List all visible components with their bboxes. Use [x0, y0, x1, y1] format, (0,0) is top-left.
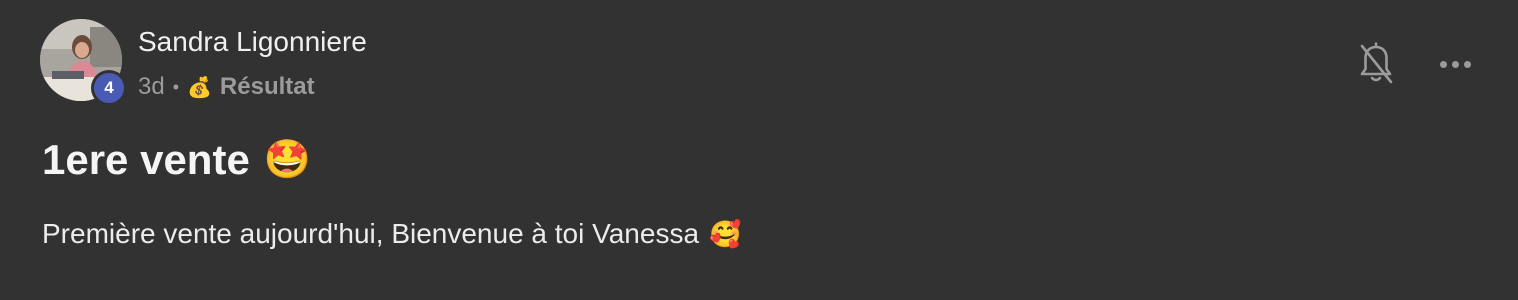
author-avatar-container[interactable]: 4	[40, 19, 127, 106]
smiling-face-with-hearts-emoji-icon: 🥰	[709, 218, 742, 249]
post-category[interactable]: Résultat	[220, 73, 315, 101]
post-body[interactable]: Première vente aujourd'hui, Bienvenue à …	[42, 218, 741, 250]
level-badge: 4	[91, 70, 127, 106]
post-age[interactable]: 3d	[138, 73, 165, 101]
money-bag-icon: 💰	[187, 76, 212, 99]
star-struck-emoji-icon: 🤩	[263, 139, 312, 181]
bell-off-icon[interactable]	[1357, 42, 1395, 86]
post-title-text: 1ere vente	[42, 136, 250, 183]
meta-separator: •	[172, 76, 180, 97]
more-dot	[1439, 60, 1447, 68]
more-dot	[1463, 60, 1471, 68]
post-title[interactable]: 1ere vente 🤩	[42, 136, 311, 184]
author-name[interactable]: Sandra Ligonniere	[138, 26, 367, 58]
more-options-button[interactable]	[1432, 50, 1478, 78]
more-dot	[1451, 60, 1459, 68]
post-body-text: Première vente aujourd'hui, Bienvenue à …	[42, 218, 700, 249]
post-card: 4 Sandra Ligonniere 3d • 💰 Résultat 1ere…	[0, 0, 1518, 300]
post-meta: 3d • 💰 Résultat	[138, 72, 315, 102]
